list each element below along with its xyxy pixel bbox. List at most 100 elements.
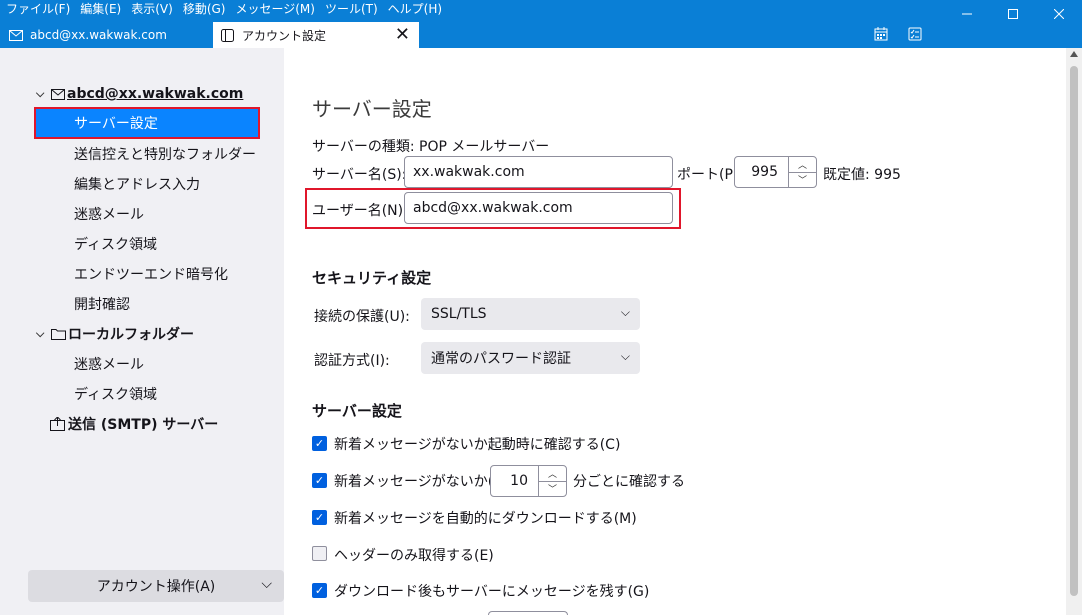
account-actions-label: アカウント操作(A) xyxy=(96,579,216,595)
sidebar-account[interactable]: ⌵ abcd@xx.wakwak.com xyxy=(0,80,284,108)
sidebar-item-local-disk-space[interactable]: ディスク領域 xyxy=(0,380,284,408)
minimize-icon xyxy=(962,13,972,15)
server-name-label: サーバー名(S): xyxy=(312,167,407,183)
envelope-icon xyxy=(51,88,65,100)
menu-file[interactable]: ファイル(F) xyxy=(0,0,75,20)
sidebar-item-disk-space[interactable]: ディスク領域 xyxy=(0,230,284,258)
sidebar-item-label: 開封確認 xyxy=(74,297,130,313)
connection-security-label: 接続の保護(U): xyxy=(314,309,410,325)
default-port-label: 既定値: 995 xyxy=(823,167,901,183)
username-label: ユーザー名(N): xyxy=(312,203,408,219)
server-type-label: サーバーの種類: POP メールサーバー xyxy=(312,139,550,155)
sidebar-item-junk[interactable]: 迷惑メール xyxy=(0,200,284,228)
partial-stepper[interactable] xyxy=(488,611,568,615)
sidebar-item-e2e-encryption[interactable]: エンドツーエンド暗号化 xyxy=(0,260,284,288)
outbox-icon xyxy=(50,417,65,431)
page-title: サーバー設定 xyxy=(312,97,432,121)
account-sidebar: ⌵ abcd@xx.wakwak.com サーバー設定 送信控えと特別なフォルダ… xyxy=(0,48,284,615)
sidebar-item-receipts[interactable]: 開封確認 xyxy=(0,290,284,318)
port-stepper[interactable]: 995 ︿ ﹀ xyxy=(734,156,817,188)
close-icon xyxy=(1054,9,1064,19)
sidebar-smtp-server[interactable]: 送信 (SMTP) サーバー xyxy=(0,410,284,438)
sidebar-local-folders-label: ローカルフォルダー xyxy=(68,327,194,343)
username-input[interactable]: abcd@xx.wakwak.com xyxy=(404,192,673,224)
chevron-down-icon[interactable]: ﹀ xyxy=(539,482,566,497)
tab-mail[interactable]: abcd@xx.wakwak.com xyxy=(0,22,200,48)
maximize-button[interactable] xyxy=(990,2,1036,26)
sidebar-item-label: 迷惑メール xyxy=(74,207,144,223)
connection-security-select[interactable]: SSL/TLS ⌵ xyxy=(421,298,640,330)
menu-edit[interactable]: 編集(E) xyxy=(75,0,126,20)
auth-method-value: 通常のパスワード認証 xyxy=(431,351,571,367)
port-spinner[interactable]: ︿ ﹀ xyxy=(788,157,816,187)
sidebar-item-label: エンドツーエンド暗号化 xyxy=(74,267,228,283)
sidebar-item-label: サーバー設定 xyxy=(74,116,158,132)
server-settings-heading: サーバー設定 xyxy=(312,402,402,420)
sidebar-local-folders[interactable]: ⌵ ローカルフォルダー xyxy=(0,320,284,348)
tab-mail-label: abcd@xx.wakwak.com xyxy=(30,28,167,42)
chevron-down-icon[interactable]: ⌵ xyxy=(36,87,48,101)
check-interval-stepper[interactable]: 10 ︿ ﹀ xyxy=(490,465,567,497)
sidebar-item-label: ディスク領域 xyxy=(74,237,158,253)
title-bar: ファイル(F) 編集(E) 表示(V) 移動(G) メッセージ(M) ツール(T… xyxy=(0,0,1082,48)
menu-help[interactable]: ヘルプ(H) xyxy=(383,0,447,20)
sidebar-item-server-settings[interactable]: サーバー設定 xyxy=(34,107,260,139)
menu-tools[interactable]: ツール(T) xyxy=(320,0,383,20)
server-name-input[interactable]: xx.wakwak.com xyxy=(404,156,673,188)
close-window-button[interactable] xyxy=(1036,2,1082,26)
headers-only-checkbox[interactable] xyxy=(312,546,327,561)
sidebar-account-label: abcd@xx.wakwak.com xyxy=(67,86,244,102)
maximize-icon xyxy=(1008,9,1018,19)
sidebar-item-label: 迷惑メール xyxy=(74,357,144,373)
chevron-down-icon[interactable]: ⌵ xyxy=(36,327,48,341)
account-actions-button[interactable]: アカウント操作(A) ⌵ xyxy=(28,570,284,602)
check-every-label: 新着メッセージがないか(Y) xyxy=(334,474,508,490)
tasks-icon[interactable] xyxy=(905,24,925,44)
security-heading: セキュリティ設定 xyxy=(312,269,432,287)
check-on-startup-checkbox[interactable]: ✓ xyxy=(312,436,327,451)
chevron-down-icon: ⌵ xyxy=(620,349,630,363)
headers-only-label: ヘッダーのみ取得する(E) xyxy=(334,548,494,564)
chevron-down-icon[interactable]: ﹀ xyxy=(789,173,816,188)
tab-close-icon[interactable]: ✕ xyxy=(395,25,410,45)
sidebar-item-composition[interactable]: 編集とアドレス入力 xyxy=(0,170,284,198)
sidebar-smtp-label: 送信 (SMTP) サーバー xyxy=(68,417,219,433)
auto-download-label: 新着メッセージを自動的にダウンロードする(M) xyxy=(334,511,637,527)
auth-method-label: 認証方式(I): xyxy=(314,353,390,369)
menu-view[interactable]: 表示(V) xyxy=(126,0,178,20)
port-value: 995 xyxy=(751,164,778,180)
tab-settings-label: アカウント設定 xyxy=(242,28,327,43)
chevron-down-icon: ⌵ xyxy=(261,576,272,592)
scrollbar[interactable] xyxy=(1066,48,1082,615)
auto-download-checkbox[interactable]: ✓ xyxy=(312,510,327,525)
menu-bar: ファイル(F) 編集(E) 表示(V) 移動(G) メッセージ(M) ツール(T… xyxy=(0,0,447,20)
scroll-up-icon[interactable] xyxy=(1070,51,1078,57)
leave-on-server-checkbox[interactable]: ✓ xyxy=(312,583,327,598)
folder-icon xyxy=(51,329,66,340)
chevron-up-icon[interactable]: ︿ xyxy=(789,157,816,173)
check-every-checkbox[interactable]: ✓ xyxy=(312,473,327,488)
sidebar-item-label: 送信控えと特別なフォルダー xyxy=(74,147,256,163)
leave-on-server-label: ダウンロード後もサーバーにメッセージを残す(G) xyxy=(334,584,650,600)
server-settings-panel: サーバー設定 サーバーの種類: POP メールサーバー サーバー名(S): xx… xyxy=(284,48,1082,615)
settings-page-icon xyxy=(221,28,234,42)
sidebar-item-local-junk[interactable]: 迷惑メール xyxy=(0,350,284,378)
connection-security-value: SSL/TLS xyxy=(431,306,487,322)
check-every-suffix: 分ごとに確認する xyxy=(573,474,685,490)
auth-method-select[interactable]: 通常のパスワード認証 ⌵ xyxy=(421,342,640,374)
sidebar-item-copies-folders[interactable]: 送信控えと特別なフォルダー xyxy=(0,140,284,168)
calendar-icon[interactable] xyxy=(871,24,891,44)
envelope-icon xyxy=(9,29,23,41)
check-interval-spinner[interactable]: ︿ ﹀ xyxy=(538,466,566,496)
sidebar-item-label: 編集とアドレス入力 xyxy=(74,177,200,193)
check-on-startup-label: 新着メッセージがないか起動時に確認する(C) xyxy=(334,437,621,453)
menu-message[interactable]: メッセージ(M) xyxy=(230,0,319,20)
menu-go[interactable]: 移動(G) xyxy=(178,0,231,20)
tab-account-settings[interactable]: アカウント設定 ✕ xyxy=(213,22,419,48)
sidebar-item-label: ディスク領域 xyxy=(74,387,158,403)
chevron-down-icon: ⌵ xyxy=(620,305,630,319)
minimize-button[interactable] xyxy=(944,2,990,26)
scrollbar-thumb[interactable] xyxy=(1070,66,1078,596)
check-interval-value: 10 xyxy=(510,473,528,489)
chevron-up-icon[interactable]: ︿ xyxy=(539,466,566,482)
